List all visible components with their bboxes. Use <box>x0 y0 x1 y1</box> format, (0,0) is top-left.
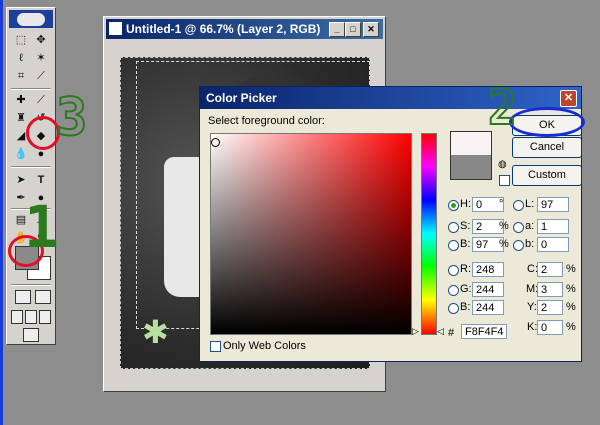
blur-tool-icon[interactable]: 💧 <box>13 146 29 162</box>
clone-stamp-icon[interactable]: ♜ <box>13 110 29 126</box>
hue-slider-right-arrow[interactable]: ◁ <box>437 326 444 337</box>
m-unit: % <box>566 283 576 295</box>
screen-mode-full-button[interactable] <box>39 310 51 324</box>
h-label: H: <box>460 198 471 210</box>
c-unit: % <box>566 263 576 275</box>
path-selection-icon[interactable]: ➤ <box>13 172 29 188</box>
current-color-preview[interactable] <box>450 155 492 180</box>
desktop-edge <box>0 0 3 425</box>
close-icon[interactable]: ✕ <box>560 90 577 107</box>
radio-b[interactable] <box>448 240 459 251</box>
screen-mode-full-menu-button[interactable] <box>25 310 37 324</box>
r-field[interactable]: 248 <box>472 262 504 277</box>
separator <box>11 166 51 168</box>
select-foreground-label: Select foreground color: <box>208 115 325 127</box>
palette-header[interactable] <box>9 10 53 28</box>
radio-a[interactable] <box>513 222 524 233</box>
only-web-colors-checkbox[interactable] <box>210 341 221 352</box>
hex-field[interactable]: F8F4F4 <box>461 324 507 339</box>
hex-label: # <box>448 327 455 339</box>
radio-lab-b[interactable] <box>513 240 524 251</box>
crop-tool-icon[interactable]: ⌗ <box>13 68 29 84</box>
gamut-warning-icon[interactable]: ◍ <box>498 159 507 170</box>
lab-b-label: b: <box>525 238 535 250</box>
radio-l[interactable] <box>513 200 524 211</box>
separator <box>11 88 51 90</box>
new-color-preview <box>450 131 492 156</box>
l-field[interactable]: 97 <box>537 197 569 212</box>
marquee-tool-icon[interactable]: ⬚ <box>13 32 29 48</box>
annotation-step-2: 2 <box>487 80 518 136</box>
b-label: B: <box>460 238 471 250</box>
b-unit: % <box>499 238 509 250</box>
tools-palette: ⬚ ✥ ℓ ✶ ⌗ ⟋ ✚ ⟋ ♜ ↺ ◢ ◆ 💧 ● ➤ T ✒ ● ▤ ⟋ … <box>6 7 56 345</box>
m-field[interactable]: 3 <box>537 282 563 297</box>
annotation-step-1: 1 <box>24 193 59 261</box>
type-tool-icon[interactable]: T <box>33 172 49 188</box>
hue-slider[interactable] <box>421 133 437 335</box>
jump-to-imageready-button[interactable] <box>23 328 39 342</box>
healing-brush-icon[interactable]: ✚ <box>13 92 29 108</box>
maximize-button[interactable]: □ <box>345 22 361 37</box>
slice-tool-icon[interactable]: ⟋ <box>33 68 49 84</box>
color-picker-title: Color Picker <box>206 91 277 105</box>
document-icon <box>109 22 122 35</box>
k-unit: % <box>566 321 576 333</box>
standard-mode-button[interactable] <box>15 290 31 304</box>
close-icon[interactable]: ✕ <box>363 22 379 37</box>
document-titlebar[interactable]: Untitled-1 @ 66.7% (Layer 2, RGB) _ □ ✕ <box>106 19 383 39</box>
g-field[interactable]: 244 <box>472 282 504 297</box>
radio-s[interactable] <box>448 222 459 233</box>
radio-h[interactable] <box>448 200 459 211</box>
brush-tool-icon[interactable]: ⟋ <box>33 92 49 108</box>
a-label: a: <box>525 220 535 232</box>
web-safe-warning-icon[interactable] <box>499 175 510 186</box>
radio-rgb-b[interactable] <box>448 303 459 314</box>
flower-brush-stroke: ✱ <box>142 314 169 350</box>
g-label: G: <box>460 283 472 295</box>
separator <box>11 284 51 286</box>
app-logo <box>17 13 45 26</box>
custom-button[interactable]: Custom <box>512 165 582 186</box>
only-web-colors-label: Only Web Colors <box>223 340 306 352</box>
radio-r[interactable] <box>448 265 459 276</box>
rgb-b-label: B: <box>460 301 471 313</box>
y-label: Y: <box>527 301 537 313</box>
document-title: Untitled-1 @ 66.7% (Layer 2, RGB) <box>126 22 321 36</box>
k-label: K: <box>527 321 538 333</box>
hue-slider-left-arrow[interactable]: ▷ <box>412 326 419 337</box>
screen-mode-standard-button[interactable] <box>11 310 23 324</box>
cancel-button[interactable]: Cancel <box>512 137 582 158</box>
annotation-circle-paint-bucket <box>26 116 60 150</box>
lasso-tool-icon[interactable]: ℓ <box>13 50 29 66</box>
y-unit: % <box>566 301 576 313</box>
h-unit: ° <box>499 198 504 210</box>
k-field[interactable]: 0 <box>537 320 563 335</box>
s-unit: % <box>499 220 509 232</box>
a-field[interactable]: 1 <box>537 219 569 234</box>
r-label: R: <box>460 263 471 275</box>
s-label: S: <box>460 220 471 232</box>
move-tool-icon[interactable]: ✥ <box>33 32 49 48</box>
c-field[interactable]: 2 <box>537 262 563 277</box>
annotation-circle-ok-button <box>509 107 585 137</box>
color-field-cursor[interactable] <box>211 138 220 147</box>
minimize-button[interactable]: _ <box>329 22 345 37</box>
y-field[interactable]: 2 <box>537 300 563 315</box>
l-label: L: <box>525 198 535 210</box>
color-picker-titlebar[interactable]: Color Picker ✕ <box>200 87 581 109</box>
lab-b-field[interactable]: 0 <box>537 237 569 252</box>
annotation-step-3: 3 <box>55 88 88 148</box>
magic-wand-tool-icon[interactable]: ✶ <box>33 50 49 66</box>
rgb-b-field[interactable]: 244 <box>472 300 504 315</box>
color-field[interactable] <box>210 133 412 335</box>
radio-g[interactable] <box>448 285 459 296</box>
quick-mask-mode-button[interactable] <box>35 290 51 304</box>
